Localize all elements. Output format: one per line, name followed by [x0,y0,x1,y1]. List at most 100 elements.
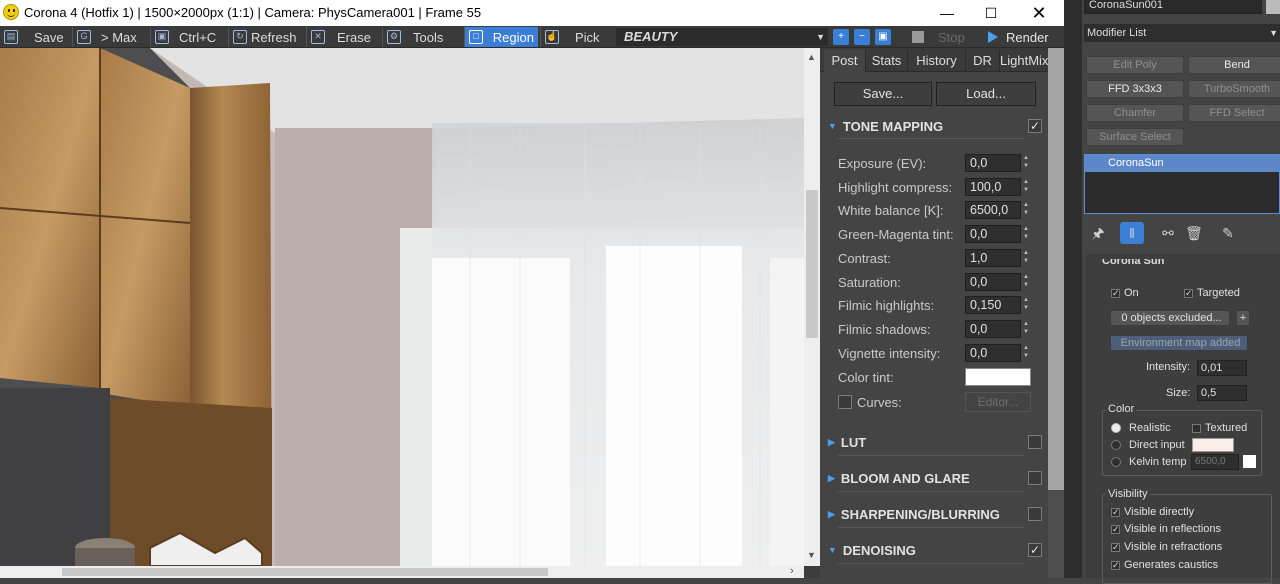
visible-directly-checkbox[interactable]: ✓ [1111,508,1120,517]
tab-history[interactable]: History [908,50,966,72]
param-spinner[interactable]: ▲ ▼ [1022,154,1030,172]
excluded-objects-button[interactable]: 0 objects excluded... [1110,310,1230,326]
modifier-button[interactable]: Chamfer [1086,104,1184,122]
pin-stack-icon[interactable]: 🖈 [1088,222,1108,244]
copy-button[interactable]: ▣ Ctrl+C [150,27,226,47]
load-preset-button[interactable]: Load... [936,82,1036,106]
bloom-glare-header[interactable]: ▶ BLOOM AND GLARE [828,468,970,488]
intensity-field[interactable]: 0,01 [1197,360,1247,376]
stop-button[interactable]: Stop [912,27,965,47]
param-value-field[interactable]: 6500,0 [965,201,1021,219]
visible-reflections-checkbox[interactable]: ✓ [1111,525,1120,534]
render-image[interactable] [0,48,804,566]
sharpening-header[interactable]: ▶ SHARPENING/BLURRING [828,504,1000,524]
bloom-glare-checkbox[interactable] [1028,471,1042,485]
modifier-button[interactable]: FFD Select [1188,104,1280,122]
stack-item-coronasun[interactable]: CoronaSun [1085,155,1280,172]
param-value-field[interactable]: 100,0 [965,178,1021,196]
environment-map-button[interactable]: Environment map added [1110,335,1248,351]
param-value-field[interactable]: 0,0 [965,273,1021,291]
textured-checkbox[interactable] [1192,424,1201,433]
lut-checkbox[interactable] [1028,435,1042,449]
param-spinner[interactable]: ▲ ▼ [1022,225,1030,243]
image-horizontal-scrollbar[interactable]: › [0,565,804,578]
modifier-button[interactable]: TurboSmooth [1188,80,1280,98]
param-spinner[interactable]: ▲ ▼ [1022,273,1030,291]
render-element-select[interactable]: BEAUTY ▼ [616,28,828,46]
object-name-field[interactable]: CoronaSun001 [1084,0,1262,14]
tab-post[interactable]: Post [824,50,866,72]
curves-editor-button[interactable]: Editor... [965,392,1031,412]
param-value-field[interactable]: 1,0 [965,249,1021,267]
param-spinner[interactable]: ▲ ▼ [1022,296,1030,314]
scroll-up-icon[interactable]: ▲ [807,52,816,62]
param-value-field[interactable]: 0,0 [965,225,1021,243]
realistic-radio[interactable] [1111,423,1121,433]
tab-dr[interactable]: DR [966,50,1000,72]
zoom-fit-icon[interactable]: ▣ [875,29,891,45]
on-checkbox[interactable]: ✓ [1111,289,1120,298]
visible-refractions-checkbox[interactable]: ✓ [1111,543,1120,552]
param-value-field[interactable]: 0,0 [965,154,1021,172]
tone-mapping-checkbox[interactable]: ✓ [1028,119,1042,133]
scroll-down-icon[interactable]: ▼ [807,550,816,560]
targeted-checkbox[interactable]: ✓ [1184,289,1193,298]
make-unique-icon[interactable]: ⚯ [1158,222,1178,244]
kelvin-temp-radio[interactable] [1111,457,1121,467]
kelvin-temp-field[interactable]: 6500,0 [1191,454,1239,470]
sharpening-checkbox[interactable] [1028,507,1042,521]
configure-sets-icon[interactable]: ✎ [1218,222,1238,244]
erase-button[interactable]: ✕ Erase [306,27,380,47]
to-max-button[interactable]: G > Max [72,27,146,47]
size-field[interactable]: 0,5 [1197,385,1247,401]
close-button[interactable]: ✕ [1016,0,1062,26]
show-end-result-icon[interactable]: ‖ [1120,222,1144,244]
vertical-scroll-thumb[interactable] [806,190,818,338]
modifier-button[interactable]: Bend [1188,56,1280,74]
zoom-in-icon[interactable]: + [833,29,849,45]
lut-header[interactable]: ▶ LUT [828,432,866,452]
maximize-button[interactable]: ☐ [968,0,1014,26]
direct-input-radio[interactable] [1111,440,1121,450]
modifier-list-dropdown[interactable]: Modifier List ▼ [1084,24,1280,42]
tab-stats[interactable]: Stats [866,50,908,72]
param-spinner[interactable]: ▲ ▼ [1022,320,1030,338]
pick-button[interactable]: ☝ Pick [540,27,614,47]
tools-button[interactable]: ⚙ Tools [382,27,460,47]
generates-caustics-checkbox[interactable]: ✓ [1111,561,1120,570]
save-preset-button[interactable]: Save... [834,82,932,106]
param-spinner[interactable]: ▲ ▼ [1022,249,1030,267]
add-exclude-button[interactable]: + [1236,310,1250,326]
post-scroll-thumb[interactable] [1048,48,1064,490]
param-value-field[interactable]: 0,0 [965,344,1021,362]
refresh-button[interactable]: ↻ Refresh [228,27,304,47]
horizontal-scroll-thumb[interactable] [62,568,548,576]
color-tint-swatch[interactable] [965,368,1031,386]
render-button[interactable]: Render [988,27,1049,47]
param-value-field[interactable]: 0,0 [965,320,1021,338]
tone-mapping-header[interactable]: ▼ TONE MAPPING [828,116,943,136]
image-vertical-scrollbar[interactable]: ▲ ▼ [804,48,820,566]
tab-lightmix[interactable]: LightMix [1000,50,1048,72]
minimize-button[interactable]: — [924,0,970,26]
modifier-button[interactable]: Edit Poly [1086,56,1184,74]
param-spinner[interactable]: ▲ ▼ [1022,344,1030,362]
save-button[interactable]: ▤ Save [0,27,68,47]
param-value-field[interactable]: 0,150 [965,296,1021,314]
modifier-stack[interactable]: CoronaSun [1084,154,1280,214]
direct-color-swatch[interactable] [1192,438,1234,452]
remove-modifier-icon[interactable]: 🗑 [1184,222,1204,244]
curves-checkbox[interactable] [838,395,852,409]
denoising-checkbox[interactable]: ✓ [1028,543,1042,557]
post-panel-scrollbar[interactable] [1048,48,1064,578]
modifier-button[interactable]: Surface Select [1086,128,1184,146]
region-button[interactable]: □ Region [464,27,538,47]
denoising-header[interactable]: ▼ DENOISING [828,540,916,560]
param-spinner[interactable]: ▲ ▼ [1022,178,1030,196]
modifier-button[interactable]: FFD 3x3x3 [1086,80,1184,98]
object-color-swatch[interactable] [1266,0,1280,14]
kelvin-color-swatch[interactable] [1243,455,1256,468]
zoom-out-icon[interactable]: − [854,29,870,45]
scroll-right-icon[interactable]: › [790,565,794,577]
param-spinner[interactable]: ▲ ▼ [1022,201,1030,219]
